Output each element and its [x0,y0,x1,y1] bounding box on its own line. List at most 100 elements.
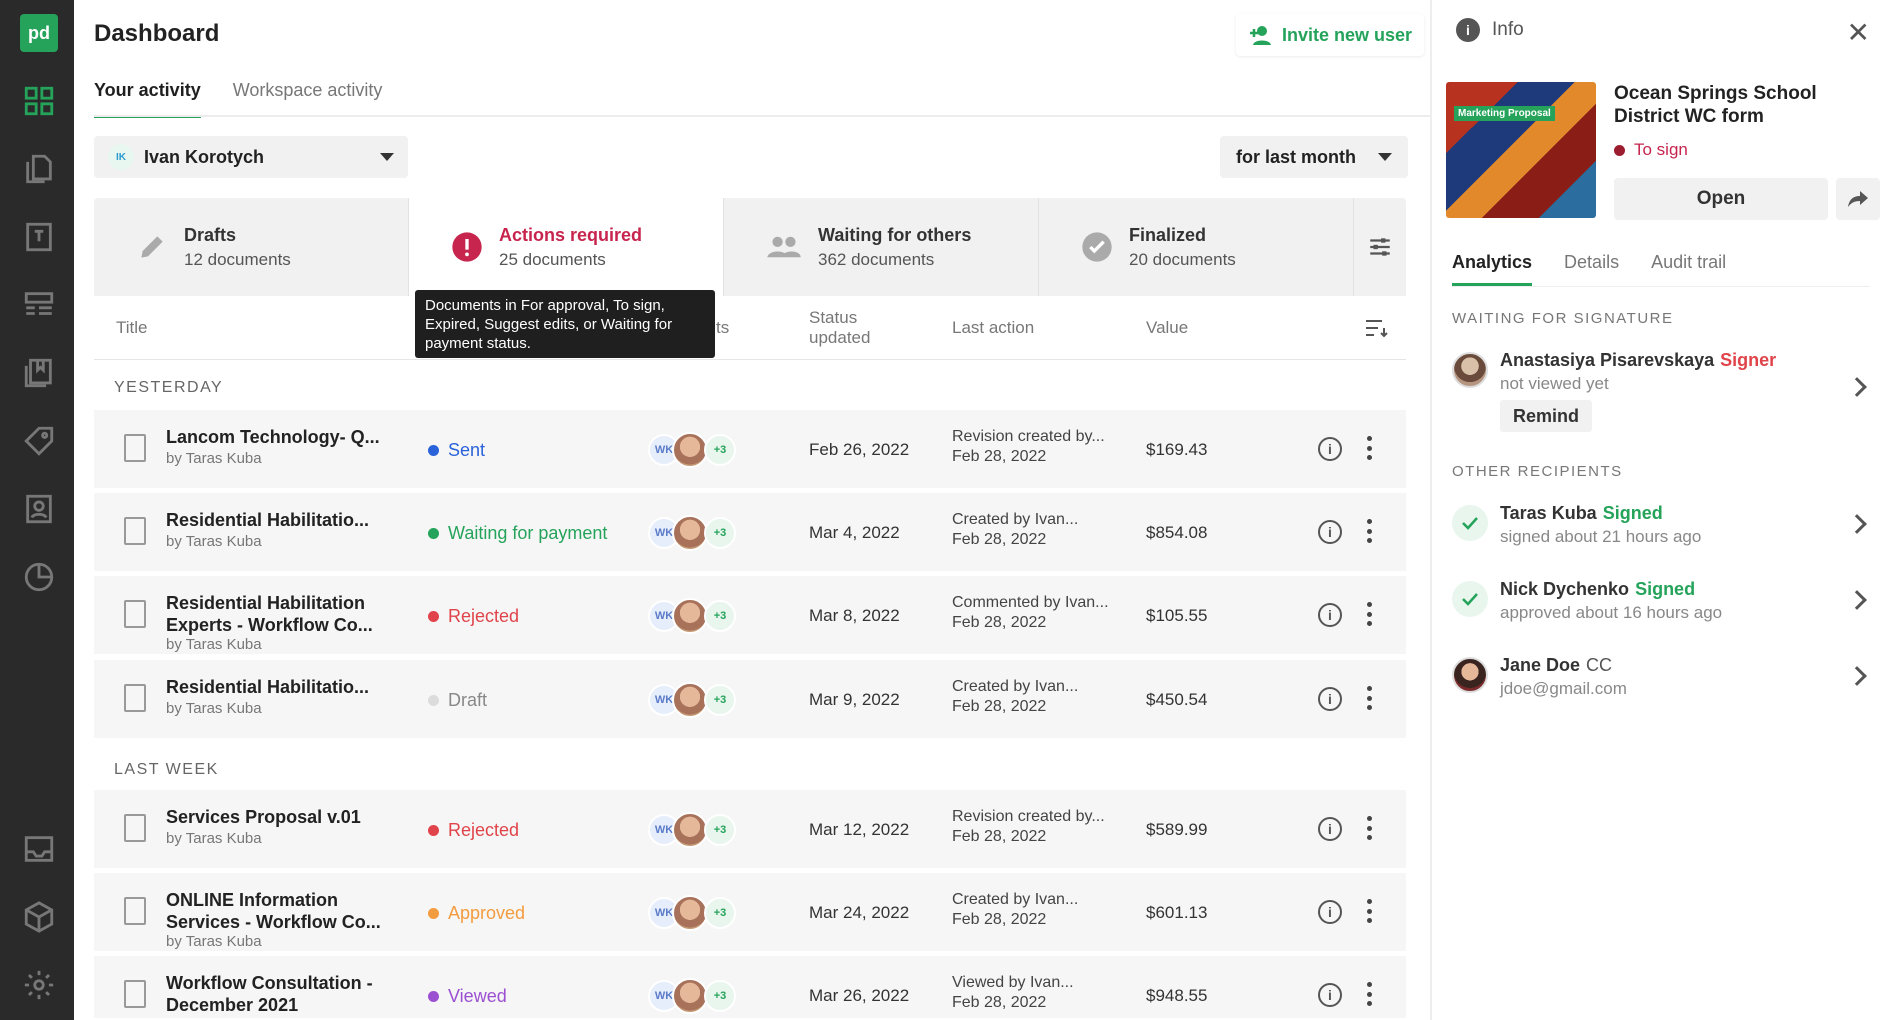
invite-user-button[interactable]: Invite new user [1236,14,1424,56]
sort-icon[interactable] [1364,318,1388,338]
row-title[interactable]: ONLINE Information Services - Workflow C… [166,889,406,933]
last-action: Created by Ivan... Feb 28, 2022 [952,890,1112,930]
group-last-week: LAST WEEK [114,761,219,778]
card-waiting-for-others[interactable]: Waiting for others 362 documents [724,198,1039,296]
info-icon[interactable]: i [1318,437,1342,461]
chevron-right-icon[interactable] [1847,590,1867,610]
tab-your-activity[interactable]: Your activity [94,80,201,118]
filter-settings-button[interactable] [1354,198,1406,296]
recipient-row[interactable]: Taras Kuba Signed signed about 21 hours a… [1452,503,1872,563]
table-row[interactable]: Residential Habilitation Experts - Workf… [94,576,1406,656]
tab-analytics[interactable]: Analytics [1452,252,1533,286]
table-row[interactable]: ONLINE Information Services - Workflow C… [94,873,1406,953]
close-icon[interactable]: ✕ [1847,16,1870,49]
table-row[interactable]: Residential Habilitatio... by Taras Kuba W… [94,493,1406,573]
integrations-icon[interactable] [20,898,58,936]
info-icon[interactable]: i [1318,817,1342,841]
col-recipients[interactable]: ts [716,318,729,338]
row-title[interactable]: Workflow Consultation - December 2021 [166,972,406,1016]
recipients-avatars[interactable]: WK +3 [648,430,748,468]
more-options-icon[interactable] [1366,899,1372,923]
card-finalized[interactable]: Finalized 20 documents [1039,198,1354,296]
status-dot [428,991,439,1002]
recipients-avatars[interactable]: WK +3 [648,810,748,848]
more-options-icon[interactable] [1366,436,1372,460]
col-title[interactable]: Title [116,318,148,338]
row-value: $948.55 [1146,986,1208,1005]
tab-audit-trail[interactable]: Audit trail [1651,252,1726,286]
info-icon[interactable]: i [1318,983,1342,1007]
recipient-row[interactable]: Jane Doe CC jdoe@gmail.com [1452,655,1872,715]
col-status-updated[interactable]: Status updated [809,308,889,348]
share-icon [1848,191,1868,207]
chevron-right-icon[interactable] [1847,666,1867,686]
share-button[interactable] [1836,178,1880,220]
last-action: Created by Ivan... Feb 28, 2022 [952,677,1112,717]
tab-workspace-activity[interactable]: Workspace activity [233,80,383,118]
last-action-text: Created by Ivan... [952,678,1079,695]
last-action-text: Created by Ivan... [952,891,1079,908]
more-options-icon[interactable] [1366,602,1372,626]
open-button[interactable]: Open [1614,178,1828,220]
inbox-icon[interactable] [20,830,58,868]
status-badge: Waiting for payment [428,523,607,544]
document-icon [124,434,146,462]
more-options-icon[interactable] [1366,816,1372,840]
status-dot [428,908,439,919]
period-filter-dropdown[interactable]: for last month [1220,136,1408,178]
more-options-icon[interactable] [1366,982,1372,1006]
table-row[interactable]: Lancom Technology- Q... by Taras Kuba Sent… [94,410,1406,490]
card-actions-required[interactable]: Actions required 25 documents [409,198,724,296]
row-title[interactable]: Residential Habilitatio... [166,676,406,698]
table-row[interactable]: Residential Habilitatio... by Taras Kuba D… [94,660,1406,740]
tab-details[interactable]: Details [1564,252,1619,286]
recipients-avatars[interactable]: WK +3 [648,976,748,1014]
status-badge: Viewed [428,986,507,1007]
card-drafts[interactable]: Drafts 12 documents [94,198,409,296]
info-icon[interactable]: i [1318,900,1342,924]
recipients-avatars[interactable]: WK +3 [648,893,748,931]
user-filter-dropdown[interactable]: IK Ivan Korotych [94,136,408,178]
app-logo[interactable]: pd [20,14,58,52]
more-recipients-badge: +3 [704,814,736,846]
col-value[interactable]: Value [1146,318,1188,338]
more-recipients-badge: +3 [704,897,736,929]
more-options-icon[interactable] [1366,519,1372,543]
row-title[interactable]: Services Proposal v.01 [166,806,406,828]
tag-icon[interactable] [20,422,58,460]
recipients-avatars[interactable]: WK +3 [648,680,748,718]
contacts-icon[interactable] [20,490,58,528]
status-label: Sent [448,440,486,460]
card-title: Waiting for others [818,224,972,245]
dashboard-icon[interactable] [20,82,58,120]
table-row[interactable]: Workflow Consultation - December 2021 Vie… [94,956,1406,1020]
status-dot [1614,144,1625,156]
templates-icon[interactable] [20,218,58,256]
recipients-avatars[interactable]: WK +3 [648,513,748,551]
status-badge: Rejected [428,606,519,627]
row-title[interactable]: Lancom Technology- Q... [166,426,406,448]
info-icon[interactable]: i [1318,603,1342,627]
row-value: $450.54 [1146,690,1208,709]
table-row[interactable]: Services Proposal v.01 by Taras Kuba Rejec… [94,790,1406,870]
info-icon[interactable]: i [1318,520,1342,544]
row-title[interactable]: Residential Habilitation Experts - Workf… [166,592,406,636]
content-library-icon[interactable] [20,354,58,392]
info-icon[interactable]: i [1318,687,1342,711]
chevron-right-icon[interactable] [1847,377,1867,397]
more-options-icon[interactable] [1366,686,1372,710]
chevron-right-icon[interactable] [1847,514,1867,534]
catalog-icon[interactable] [20,286,58,324]
reports-icon[interactable] [20,558,58,596]
settings-icon[interactable] [20,966,58,1004]
documents-icon[interactable] [20,150,58,188]
recipients-avatars[interactable]: WK +3 [648,596,748,634]
row-title[interactable]: Residential Habilitatio... [166,509,406,531]
document-thumbnail[interactable]: Marketing Proposal [1446,82,1596,218]
other-recipients-label: OTHER RECIPIENTS [1452,463,1623,480]
avatar [1452,657,1488,693]
recipient-row[interactable]: Nick Dychenko Signed approved about 16 ho… [1452,579,1872,639]
col-last-action[interactable]: Last action [952,318,1034,338]
remind-button[interactable]: Remind [1500,400,1592,432]
card-title: Finalized [1129,224,1207,245]
